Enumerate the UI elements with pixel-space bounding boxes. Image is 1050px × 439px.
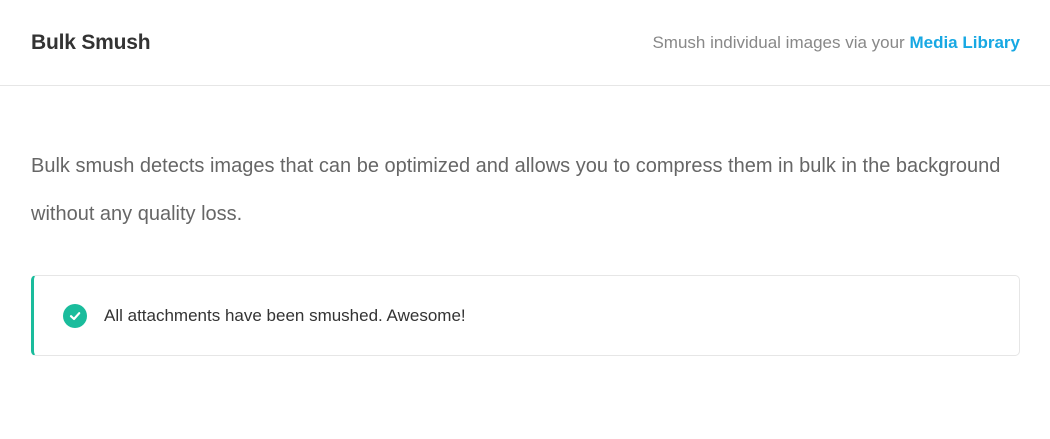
panel-body: Bulk smush detects images that can be op…	[0, 142, 1050, 238]
success-notice-message: All attachments have been smushed. Aweso…	[104, 305, 466, 325]
check-circle-icon	[63, 303, 87, 328]
media-library-link[interactable]: Media Library	[909, 33, 1020, 52]
success-notice: All attachments have been smushed. Aweso…	[31, 275, 1020, 356]
panel-header: Bulk Smush Smush individual images via y…	[0, 0, 1050, 86]
bulk-smush-panel: Bulk Smush Smush individual images via y…	[0, 0, 1050, 439]
bulk-smush-description: Bulk smush detects images that can be op…	[31, 155, 1001, 225]
media-library-hint-text: Smush individual images via your	[652, 32, 910, 52]
media-library-hint: Smush individual images via your Media L…	[652, 33, 1020, 53]
panel-title: Bulk Smush	[31, 30, 151, 54]
